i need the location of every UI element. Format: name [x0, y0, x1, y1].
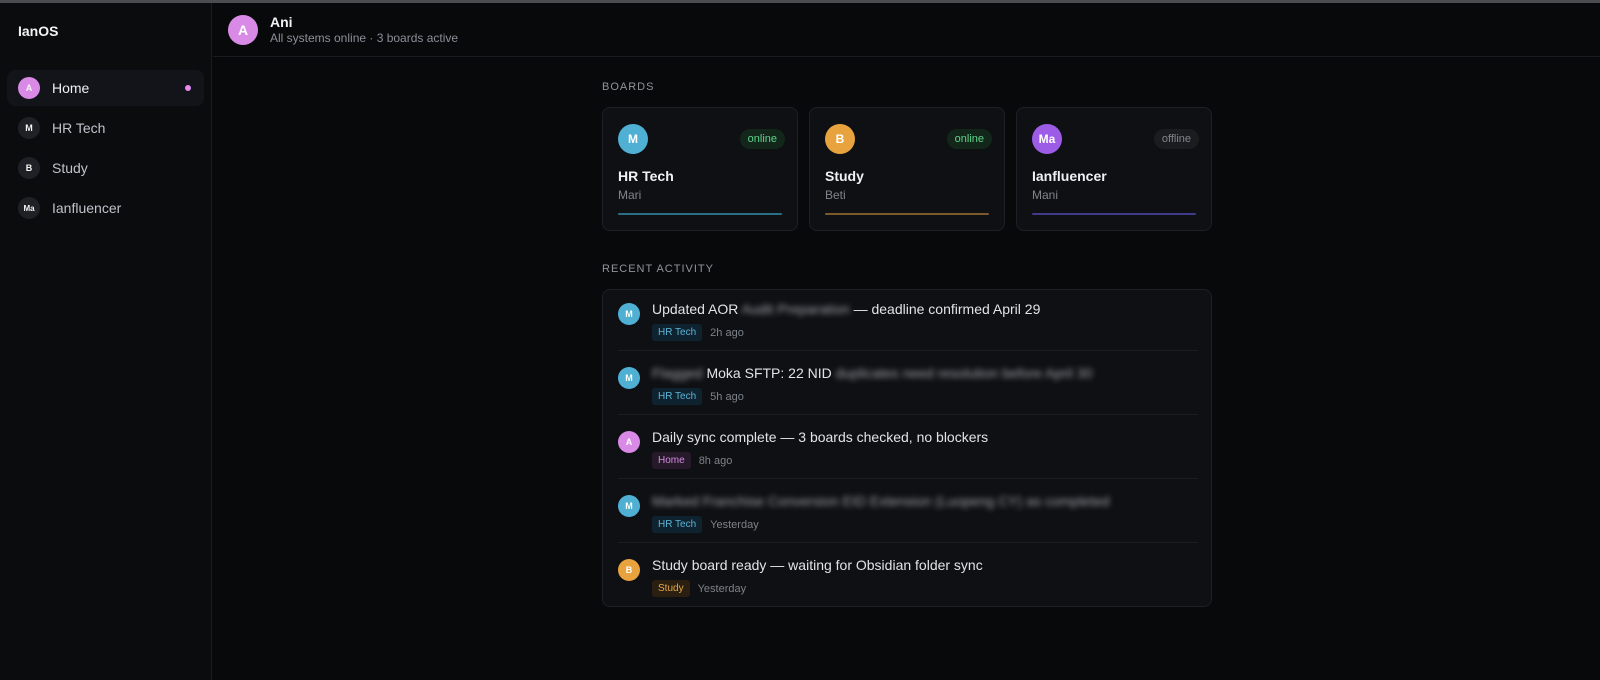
avatar: M	[618, 124, 648, 154]
sidebar-item-study[interactable]: B Study	[7, 150, 204, 186]
board-name: HR Tech	[618, 168, 674, 184]
board-card-hr-tech[interactable]: M online HR Tech Mari	[602, 107, 798, 231]
avatar: M	[618, 367, 640, 389]
app-brand: IanOS	[18, 23, 59, 39]
activity-meta: HR Tech 2h ago	[652, 324, 744, 341]
sidebar-item-label: HR Tech	[52, 120, 106, 136]
activity-text-redacted: Audit Preparation	[741, 301, 850, 317]
sidebar-item-label: Ianfluencer	[52, 200, 122, 216]
activity-text-redacted: duplicates need resolution before April …	[835, 365, 1093, 381]
divider	[618, 542, 1198, 543]
list-item[interactable]: M Marked Franchise Conversion EID Extens…	[618, 485, 1198, 549]
board-accent-bar	[825, 213, 989, 215]
activity-text-redacted: Flagged	[652, 365, 703, 381]
avatar: M	[618, 495, 640, 517]
board-tag: HR Tech	[652, 516, 703, 533]
status-badge: online	[946, 129, 992, 149]
activity-text-part: Updated AOR	[652, 301, 739, 317]
divider	[618, 350, 1198, 351]
sidebar-nav: A Home M HR Tech B Study Ma Ianfluencer	[7, 70, 204, 230]
avatar: Ma	[18, 197, 40, 219]
list-item[interactable]: M Updated AOR Audit Preparation — deadli…	[618, 293, 1198, 357]
divider	[618, 414, 1198, 415]
avatar: A	[618, 431, 640, 453]
sidebar-item-ianfluencer[interactable]: Ma Ianfluencer	[7, 190, 204, 226]
list-item[interactable]: B Study board ready — waiting for Obsidi…	[618, 549, 1198, 613]
list-item[interactable]: A Daily sync complete — 3 boards checked…	[618, 421, 1198, 485]
board-owner: Mani	[1032, 188, 1059, 202]
status-badge: online	[739, 129, 785, 149]
user-avatar[interactable]: A	[228, 15, 258, 45]
timestamp: 5h ago	[710, 390, 744, 403]
status-badge: offline	[1153, 129, 1199, 149]
avatar: A	[18, 77, 40, 99]
activity-text: Updated AOR Audit Preparation — deadline…	[652, 301, 1040, 317]
board-tag: Study	[652, 580, 690, 597]
sidebar: IanOS A Home M HR Tech B Study Ma Ianflu…	[0, 3, 212, 680]
activity-text: Flagged Moka SFTP: 22 NID duplicates nee…	[652, 365, 1092, 381]
activity-text-part: — deadline confirmed April 29	[853, 301, 1041, 317]
top-header: A Ani All systems online · 3 boards acti…	[213, 3, 1600, 57]
activity-list: M Updated AOR Audit Preparation — deadli…	[602, 289, 1212, 607]
board-tag: Home	[652, 452, 691, 469]
activity-section-title: RECENT ACTIVITY	[602, 263, 714, 275]
avatar: B	[825, 124, 855, 154]
sidebar-item-label: Study	[52, 160, 88, 176]
activity-text-redacted: Marked Franchise Conversion EID Extensio…	[652, 493, 1110, 509]
boards-grid: M online HR Tech Mari B online Study Bet…	[602, 107, 1212, 231]
board-owner: Mari	[618, 188, 642, 202]
sidebar-item-home[interactable]: A Home	[7, 70, 204, 106]
activity-meta: Home 8h ago	[652, 452, 732, 469]
divider	[618, 478, 1198, 479]
board-owner: Beti	[825, 188, 846, 202]
sidebar-item-hr-tech[interactable]: M HR Tech	[7, 110, 204, 146]
timestamp: Yesterday	[697, 582, 747, 595]
timestamp: Yesterday	[710, 518, 759, 531]
board-card-study[interactable]: B online Study Beti	[809, 107, 1005, 231]
activity-text: Daily sync complete — 3 boards checked, …	[652, 429, 989, 445]
avatar: Ma	[1032, 124, 1062, 154]
avatar: M	[618, 303, 640, 325]
board-card-ianfluencer[interactable]: Ma offline Ianfluencer Mani	[1016, 107, 1212, 231]
activity-text: Marked Franchise Conversion EID Extensio…	[652, 493, 1110, 509]
activity-text-part: Moka SFTP: 22 NID	[706, 365, 832, 381]
timestamp: 8h ago	[698, 454, 733, 467]
system-status-text: All systems online · 3 boards active	[270, 31, 459, 45]
active-indicator-dot	[185, 85, 191, 91]
activity-meta: Study Yesterday	[652, 580, 746, 597]
sidebar-item-label: Home	[52, 80, 90, 96]
avatar: M	[18, 117, 40, 139]
activity-meta: HR Tech 5h ago	[652, 388, 744, 405]
activity-meta: HR Tech Yesterday	[652, 516, 759, 533]
boards-section-title: BOARDS	[602, 81, 655, 93]
board-accent-bar	[1032, 213, 1196, 215]
avatar: B	[18, 157, 40, 179]
board-tag: HR Tech	[652, 388, 703, 405]
board-accent-bar	[618, 213, 782, 215]
board-tag: HR Tech	[652, 324, 703, 341]
user-name: Ani	[270, 14, 293, 30]
activity-text: Study board ready — waiting for Obsidian…	[652, 557, 983, 573]
timestamp: 2h ago	[710, 326, 744, 339]
board-name: Ianfluencer	[1032, 168, 1107, 184]
list-item[interactable]: M Flagged Moka SFTP: 22 NID duplicates n…	[618, 357, 1198, 421]
avatar: B	[618, 559, 640, 581]
board-name: Study	[825, 168, 864, 184]
